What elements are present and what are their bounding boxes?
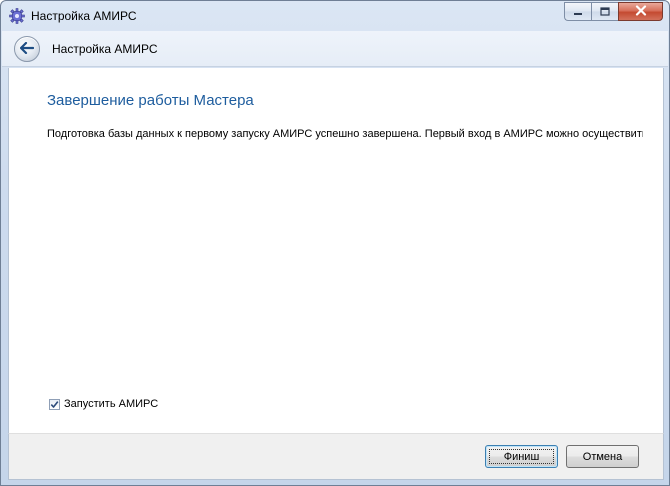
- wizard-footer: Финиш Отмена: [8, 433, 664, 480]
- checkmark-icon: [50, 400, 59, 408]
- maximize-icon: [600, 5, 610, 19]
- back-button[interactable]: [14, 36, 40, 62]
- launch-checkbox-label: Запустить АМИРС: [64, 398, 159, 410]
- finish-button-label: Финиш: [503, 450, 540, 463]
- launch-checkbox-row[interactable]: Запустить АМИРС: [49, 398, 158, 410]
- close-button[interactable]: [618, 2, 663, 21]
- maximize-button[interactable]: [591, 2, 618, 21]
- title-bar[interactable]: Настройка АМИРС: [1, 1, 669, 31]
- wizard-title: Настройка АМИРС: [52, 42, 158, 56]
- finish-button[interactable]: Финиш: [485, 445, 558, 468]
- minimize-icon: [573, 5, 583, 19]
- cancel-button-label: Отмена: [582, 450, 623, 463]
- completion-message: Подготовка базы данных к первому запуску…: [47, 128, 643, 140]
- wizard-content: Завершение работы Мастера Подготовка баз…: [8, 68, 664, 433]
- gear-icon: [9, 8, 25, 24]
- cancel-button[interactable]: Отмена: [566, 445, 639, 468]
- caption-buttons: [564, 2, 663, 21]
- wizard-header: Настройка АМИРС: [2, 31, 668, 67]
- window-title: Настройка АМИРС: [31, 9, 137, 23]
- minimize-button[interactable]: [564, 2, 591, 21]
- wizard-window: Настройка АМИРС Настройка АМИРС Завершен…: [0, 0, 670, 486]
- back-arrow-icon: [19, 41, 35, 57]
- close-icon: [635, 4, 647, 19]
- page-title: Завершение работы Мастера: [47, 92, 254, 109]
- launch-checkbox[interactable]: [49, 398, 60, 410]
